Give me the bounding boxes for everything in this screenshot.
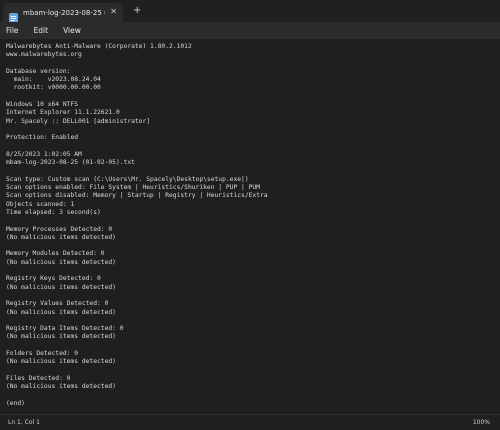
tab-title: mbam-log-2023-08-25 (01-02- [23, 8, 105, 17]
zoom-level[interactable]: 100% [473, 419, 490, 426]
notepad-file-icon [9, 8, 18, 23]
cursor-position: Ln 1, Col 1 [8, 419, 40, 426]
menu-bar: File Edit View [0, 22, 500, 39]
document-text[interactable]: Malwarebytes Anti-Malware (Corporate) 1.… [6, 43, 268, 407]
notepad-window: mbam-log-2023-08-25 (01-02- ✕ + File Edi… [0, 0, 500, 430]
status-bar: Ln 1, Col 1 100% [0, 414, 500, 430]
document-tab[interactable]: mbam-log-2023-08-25 (01-02- ✕ [3, 3, 123, 23]
text-editor-area[interactable]: Malwarebytes Anti-Malware (Corporate) 1.… [0, 39, 500, 407]
menu-view[interactable]: View [63, 26, 81, 35]
menu-edit[interactable]: Edit [34, 26, 49, 35]
close-tab-icon[interactable]: ✕ [110, 7, 117, 17]
new-tab-button[interactable]: + [133, 5, 141, 17]
tab-strip: mbam-log-2023-08-25 (01-02- ✕ + [0, 0, 500, 23]
menu-file[interactable]: File [6, 26, 19, 35]
